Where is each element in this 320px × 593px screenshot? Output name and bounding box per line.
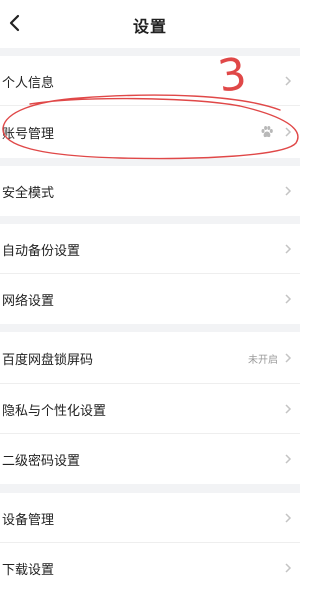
section-gap [0, 158, 300, 166]
settings-item-label: 百度网盘锁屏码 [2, 352, 94, 368]
section-gap [0, 48, 300, 56]
page-title: 设置 [132, 17, 167, 36]
settings-item-safe-mode[interactable]: 安全模式 [0, 166, 300, 216]
chevron-right-icon [285, 454, 292, 464]
settings-item-auto-backup[interactable]: 自动备份设置 [0, 224, 300, 274]
settings-item-label: 个人信息 [2, 75, 55, 91]
chevron-right-icon [285, 563, 292, 573]
chevron-right-icon [285, 127, 292, 137]
paw-icon [261, 126, 273, 138]
header-bar: 设置 [0, 0, 300, 48]
chevron-right-icon [285, 294, 292, 304]
chevron-right-icon [285, 513, 292, 523]
chevron-right-icon [285, 353, 292, 363]
settings-item-network[interactable]: 网络设置 [0, 274, 300, 324]
settings-item-label: 网络设置 [2, 293, 55, 309]
chevron-right-icon [285, 186, 292, 196]
section-gap [0, 216, 300, 224]
chevron-right-icon [285, 76, 292, 86]
settings-item-label: 二级密码设置 [2, 453, 81, 469]
status-text: 未开启 [248, 354, 278, 366]
settings-item-secondary-password[interactable]: 二级密码设置 [0, 434, 300, 484]
settings-item-label: 账号管理 [2, 126, 55, 142]
settings-item-label: 自动备份设置 [2, 243, 81, 259]
settings-item-lock-screen-code[interactable]: 百度网盘锁屏码 未开启 [0, 332, 300, 384]
settings-item-privacy[interactable]: 隐私与个性化设置 [0, 384, 300, 434]
settings-item-download[interactable]: 下载设置 [0, 543, 300, 593]
settings-item-account-management[interactable]: 账号管理 [0, 106, 300, 158]
settings-item-label: 隐私与个性化设置 [2, 403, 107, 419]
settings-item-personal-info[interactable]: 个人信息 [0, 56, 300, 106]
settings-item-label: 设备管理 [2, 512, 55, 528]
section-gap [0, 484, 300, 493]
section-gap [0, 324, 300, 332]
settings-item-label: 安全模式 [2, 185, 55, 201]
chevron-right-icon [285, 404, 292, 414]
chevron-right-icon [285, 244, 292, 254]
settings-item-device-management[interactable]: 设备管理 [0, 493, 300, 543]
